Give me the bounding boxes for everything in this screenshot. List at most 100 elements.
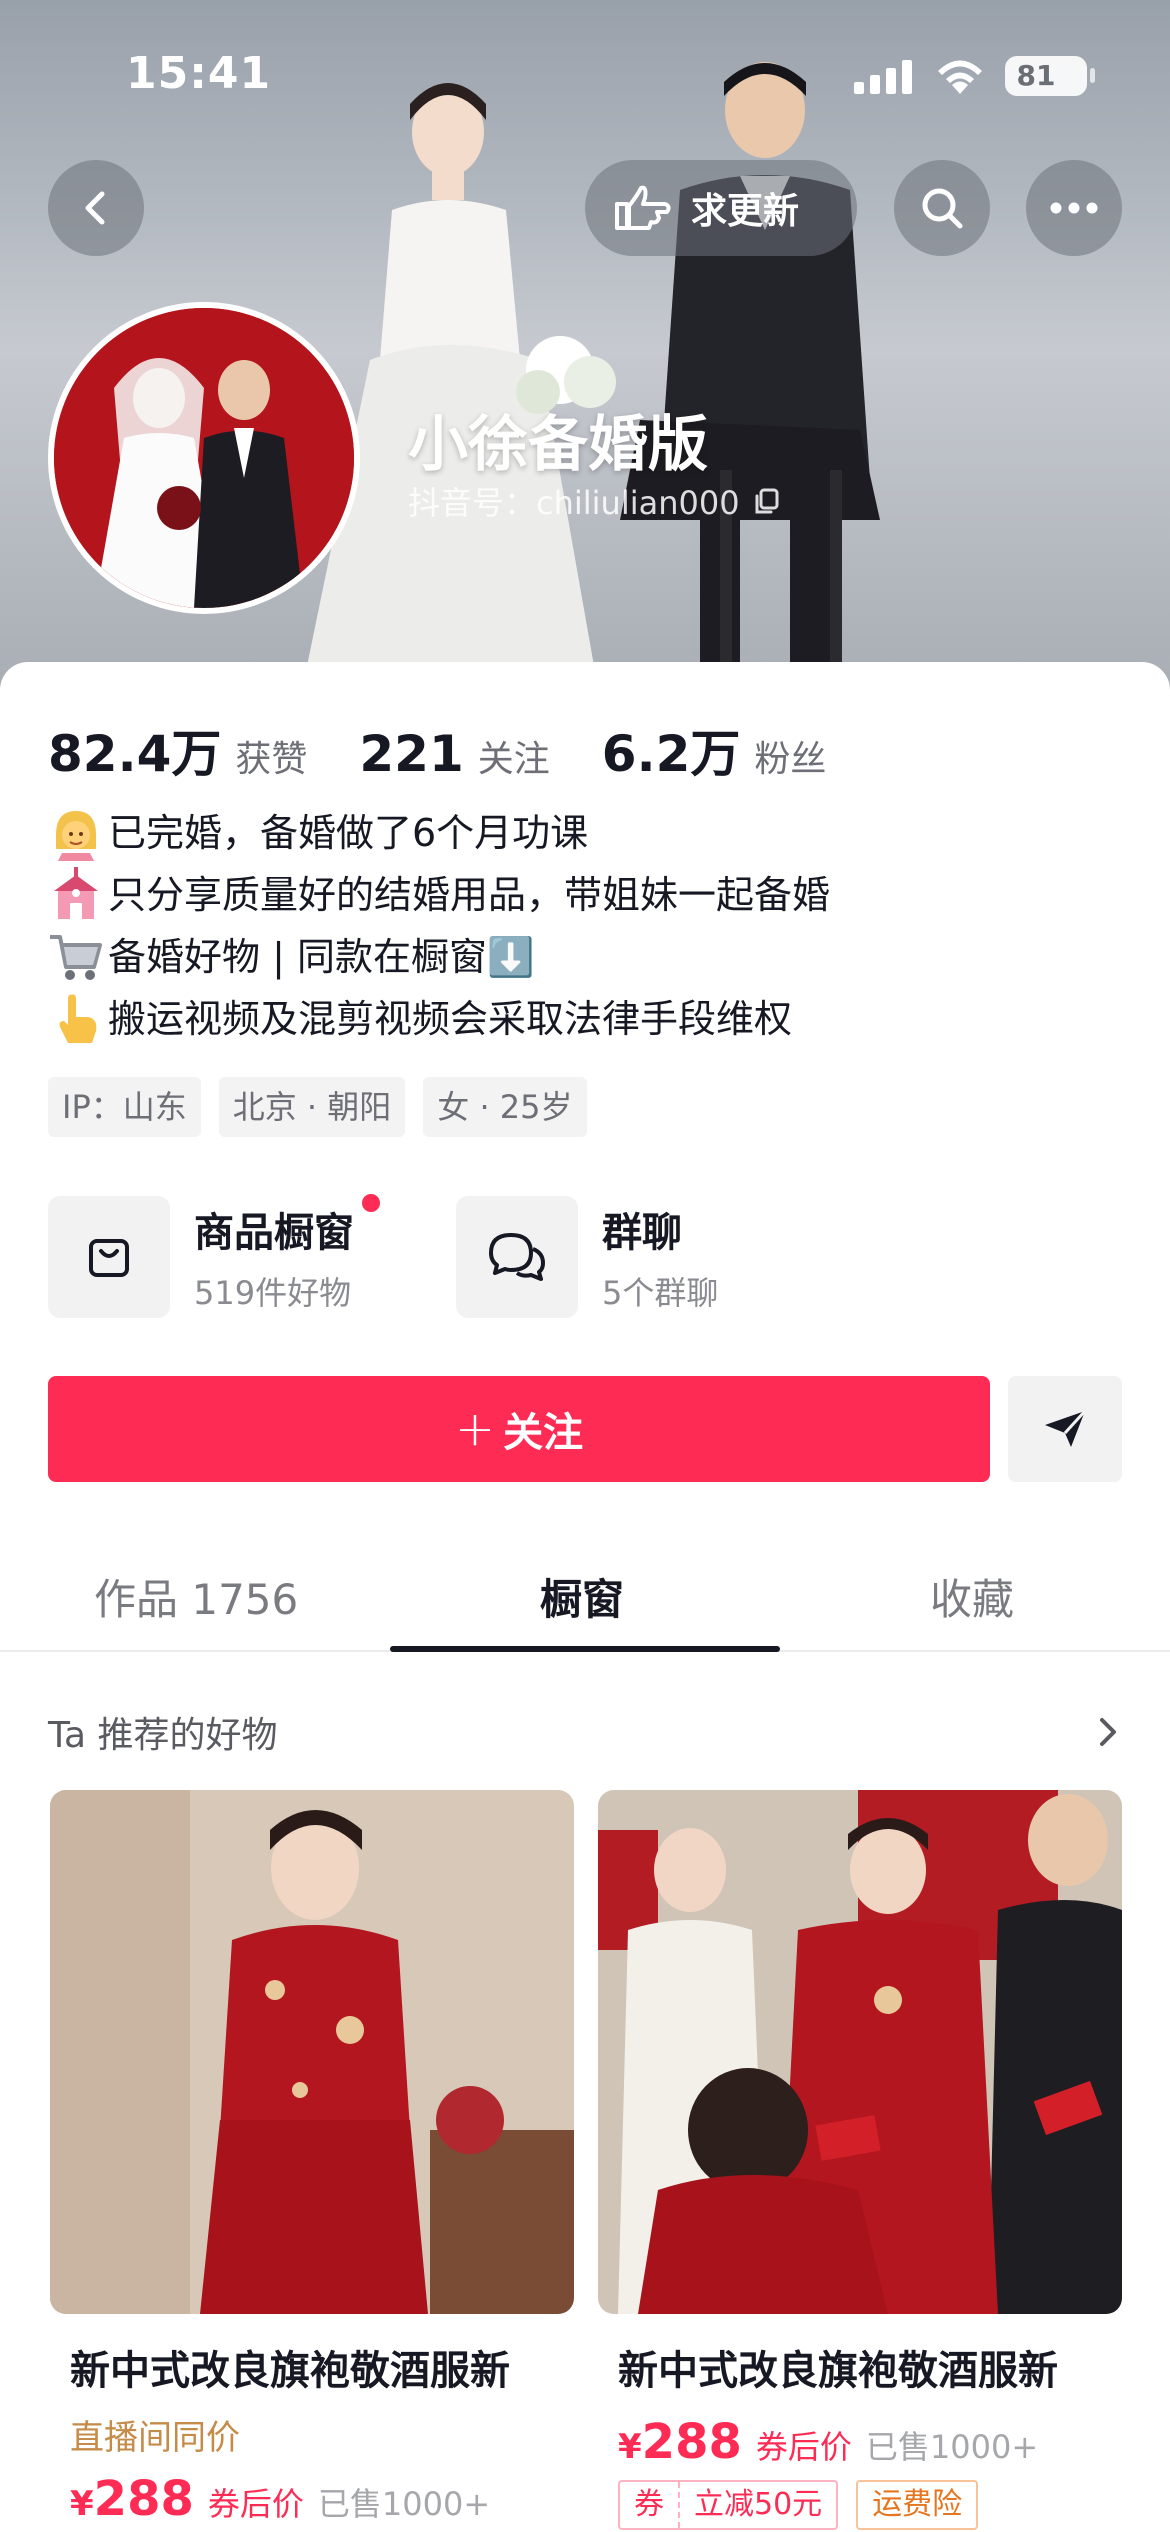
product-subtitle: 直播间同价 bbox=[70, 2418, 240, 2458]
price-row: ¥288 券后价 已售1000+ bbox=[50, 2471, 574, 2527]
shop-window-title: 商品橱窗 bbox=[194, 1210, 354, 1256]
stat-value: 82.4万 bbox=[48, 725, 222, 783]
group-chat-icon-box bbox=[456, 1196, 578, 1318]
product-photo bbox=[50, 1790, 574, 2314]
promo-badges: 券 立减50元 运费险 bbox=[598, 2480, 1122, 2530]
section-title: Ta 推荐的好物 bbox=[48, 1715, 278, 1756]
price-value: 288 bbox=[93, 2471, 194, 2527]
tab-works[interactable]: 作品 1756 bbox=[94, 1550, 298, 1650]
chevron-left-icon bbox=[85, 191, 105, 225]
bio-text: 备婚好物 | 同款在橱窗⬇️ bbox=[108, 935, 535, 979]
bio-line: 搬运视频及混剪视频会采取法律手段维权 bbox=[48, 988, 1128, 1050]
product-title: 新中式改良旗袍敬酒服新 bbox=[70, 2348, 510, 2394]
sold-count: 已售1000+ bbox=[317, 2485, 491, 2523]
shop-icon-box bbox=[48, 1196, 170, 1318]
group-chat-entry[interactable]: 群聊 5个群聊 bbox=[456, 1196, 718, 1318]
stat-label: 关注 bbox=[477, 739, 550, 780]
cellular-signal-icon bbox=[854, 60, 912, 94]
shipping-insurance-badge: 运费险 bbox=[856, 2480, 979, 2530]
wifi-icon bbox=[938, 60, 982, 94]
profile-tabs: 作品 1756 橱窗 收藏 bbox=[0, 1550, 1170, 1652]
stat-label: 粉丝 bbox=[754, 739, 827, 780]
price-value: 288 bbox=[641, 2414, 742, 2470]
product-title: 新中式改良旗袍敬酒服新 bbox=[618, 2348, 1058, 2394]
tag-gender-age: 女 · 25岁 bbox=[423, 1077, 587, 1137]
chat-bubbles-icon bbox=[489, 1233, 545, 1281]
bio-line: 备婚好物 | 同款在橱窗⬇️ bbox=[48, 926, 1128, 988]
tag-location: 北京 · 朝阳 bbox=[218, 1077, 406, 1137]
group-chat-subtitle: 5个群聊 bbox=[602, 1274, 719, 1312]
shop-window-entry[interactable]: 商品橱窗 519件好物 bbox=[48, 1194, 380, 1318]
bio-text: 已完婚，备婚做了6个月功课 bbox=[108, 811, 589, 855]
chevron-right-icon bbox=[1100, 1718, 1116, 1746]
shop-window-text: 商品橱窗 519件好物 bbox=[194, 1194, 380, 1314]
currency-symbol: ¥ bbox=[618, 2427, 642, 2467]
bio-line: 只分享质量好的结婚用品，带姐妹一起备婚 bbox=[48, 864, 1128, 926]
sold-count: 已售1000+ bbox=[865, 2428, 1039, 2466]
group-chat-title: 群聊 bbox=[602, 1210, 682, 1256]
more-dots-icon bbox=[1050, 202, 1098, 214]
product-price: ¥288 bbox=[618, 2414, 742, 2470]
paper-plane-icon bbox=[1045, 1409, 1087, 1447]
product-card[interactable]: 新中式改良旗袍敬酒服新 直播间同价 ¥288 券后价 已售1000+ bbox=[50, 1790, 574, 2527]
status-bar: 15:41 81 bbox=[0, 0, 1170, 150]
follow-label: 关注 bbox=[503, 1410, 584, 1456]
group-chat-text: 群聊 5个群聊 bbox=[602, 1200, 718, 1314]
douyin-id[interactable]: 抖音号：chiliulian000 bbox=[408, 478, 780, 524]
bride-icon bbox=[56, 811, 96, 861]
status-time: 15:41 bbox=[126, 48, 272, 99]
product-card[interactable]: 新中式改良旗袍敬酒服新 ¥288 券后价 已售1000+ 券 立减50元 运费险 bbox=[598, 1790, 1122, 2530]
wedding-chapel-icon bbox=[54, 867, 98, 919]
bio-text: 只分享质量好的结婚用品，带姐妹一起备婚 bbox=[108, 873, 831, 917]
price-row: ¥288 券后价 已售1000+ bbox=[598, 2414, 1122, 2470]
currency-symbol: ¥ bbox=[70, 2484, 94, 2524]
product-photo bbox=[598, 1790, 1122, 2314]
bio: 已完婚，备婚做了6个月功课 只分享质量好的结婚用品，带姐妹一起备婚 备婚好物 |… bbox=[48, 802, 1128, 1050]
back-button[interactable] bbox=[48, 160, 144, 256]
shop-window-subtitle: 519件好物 bbox=[194, 1274, 352, 1312]
battery-nub bbox=[1090, 68, 1095, 83]
plus-icon: + bbox=[454, 1401, 496, 1457]
coupon-badge: 券 立减50元 bbox=[618, 2480, 839, 2530]
shopping-cart-icon bbox=[50, 935, 102, 980]
stat-value: 221 bbox=[359, 725, 464, 783]
tab-favorites[interactable]: 收藏 bbox=[930, 1550, 1014, 1650]
after-coupon-label: 券后价 bbox=[207, 2485, 304, 2523]
coupon-value: 立减50元 bbox=[678, 2482, 836, 2528]
copy-icon[interactable] bbox=[752, 487, 780, 515]
request-update-label: 求更新 bbox=[691, 191, 800, 232]
product-image bbox=[50, 1790, 574, 2314]
profile-sheet: 82.4万 获赞 221 关注 6.2万 粉丝 已完婚，备婚做了6个月功课 只分… bbox=[0, 662, 1170, 2532]
douyin-id-text: 抖音号：chiliulian000 bbox=[408, 484, 740, 522]
tab-shop-window[interactable]: 橱窗 bbox=[540, 1550, 624, 1650]
battery-indicator: 81 bbox=[1005, 56, 1087, 96]
request-update-button[interactable]: 求更新 bbox=[585, 160, 857, 256]
stat-following[interactable]: 221 关注 bbox=[359, 725, 549, 783]
insurance-label: 运费险 bbox=[872, 2487, 963, 2522]
profile-tags: IP：山东 北京 · 朝阳 女 · 25岁 bbox=[48, 1077, 587, 1137]
notification-dot bbox=[362, 1194, 380, 1212]
stat-followers[interactable]: 6.2万 粉丝 bbox=[602, 714, 827, 786]
avatar-photo bbox=[54, 308, 354, 608]
follow-button[interactable]: + 关注 bbox=[48, 1376, 990, 1482]
coupon-label: 券 bbox=[634, 2487, 664, 2522]
after-coupon-label: 券后价 bbox=[755, 2428, 852, 2466]
battery-level: 81 bbox=[1016, 59, 1056, 92]
more-button[interactable] bbox=[1026, 160, 1122, 256]
tag-ip: IP：山东 bbox=[48, 1077, 201, 1137]
search-button[interactable] bbox=[894, 160, 990, 256]
stat-value: 6.2万 bbox=[601, 725, 741, 783]
avatar[interactable] bbox=[48, 302, 360, 614]
recommended-header[interactable]: Ta 推荐的好物 bbox=[48, 1702, 1122, 1762]
stat-label: 获赞 bbox=[235, 739, 308, 780]
product-image bbox=[598, 1790, 1122, 2314]
profile-cover: 15:41 81 求更新 小徐备婚版 抖音号：chiliulian000 bbox=[0, 0, 1170, 700]
product-price: ¥288 bbox=[70, 2471, 194, 2527]
share-button[interactable] bbox=[1008, 1376, 1122, 1482]
pointing-hand-icon bbox=[59, 994, 97, 1043]
stat-likes[interactable]: 82.4万 获赞 bbox=[48, 714, 307, 786]
bio-text: 搬运视频及混剪视频会采取法律手段维权 bbox=[108, 997, 793, 1041]
tab-active-indicator bbox=[390, 1646, 780, 1652]
hand-point-icon bbox=[615, 185, 671, 230]
search-icon bbox=[922, 188, 963, 229]
